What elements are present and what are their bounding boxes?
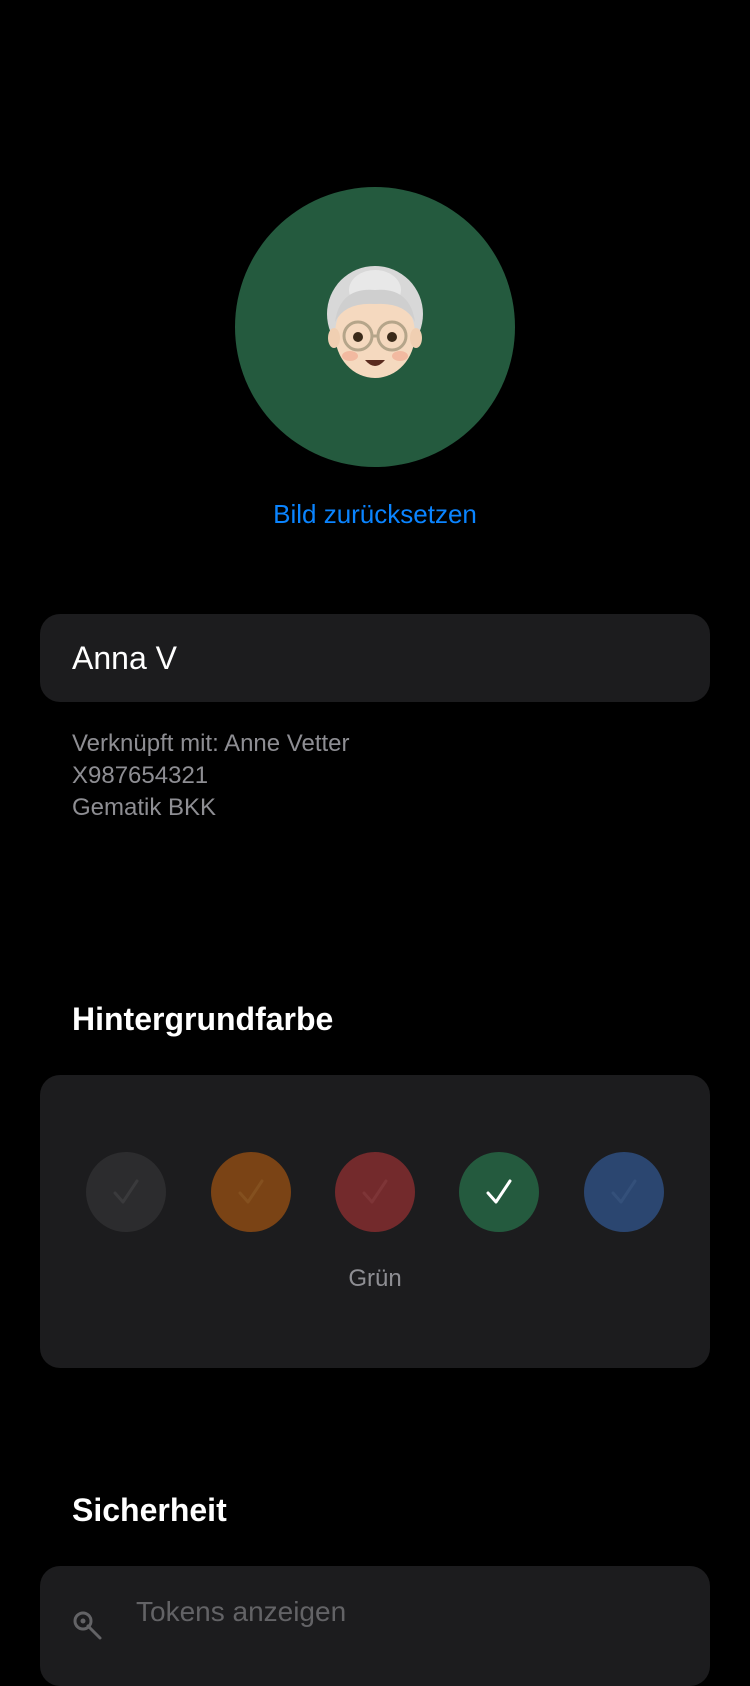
color-swatch-green[interactable] — [459, 1152, 539, 1232]
name-field[interactable]: Anna V — [40, 614, 710, 702]
checkmark-icon — [113, 1179, 139, 1204]
avatar[interactable] — [235, 187, 515, 467]
checkmark-icon — [238, 1179, 264, 1204]
selected-color-label: Grün — [348, 1265, 402, 1292]
checkmark-icon — [486, 1179, 512, 1204]
grandmother-emoji-icon — [327, 266, 423, 378]
insurance-number: X987654321 — [72, 762, 209, 789]
insurance-company: Gematik BKK — [72, 794, 217, 821]
background-color-title: Hintergrundfarbe — [72, 1001, 334, 1037]
security-title: Sicherheit — [72, 1492, 227, 1528]
security-card: Tokens anzeigen — [40, 1566, 710, 1686]
show-tokens-label: Tokens anzeigen — [136, 1596, 347, 1627]
key-icon — [70, 1608, 104, 1647]
linked-info: Verknüpft mit: Anne Vetter X987654321 Ge… — [72, 728, 350, 824]
color-swatch-red[interactable] — [335, 1152, 415, 1232]
color-picker-card: Grün — [40, 1075, 710, 1368]
checkmark-icon — [611, 1179, 637, 1204]
linked-label: Verknüpft mit: Anne Vetter — [72, 730, 350, 757]
color-swatch-orange[interactable] — [211, 1152, 291, 1232]
reset-image-link[interactable]: Bild zurücksetzen — [0, 497, 750, 531]
checkmark-icon — [362, 1179, 388, 1204]
color-swatch-gray[interactable] — [86, 1152, 166, 1232]
color-swatch-blue[interactable] — [584, 1152, 664, 1232]
name-field-value: Anna V — [72, 639, 177, 676]
